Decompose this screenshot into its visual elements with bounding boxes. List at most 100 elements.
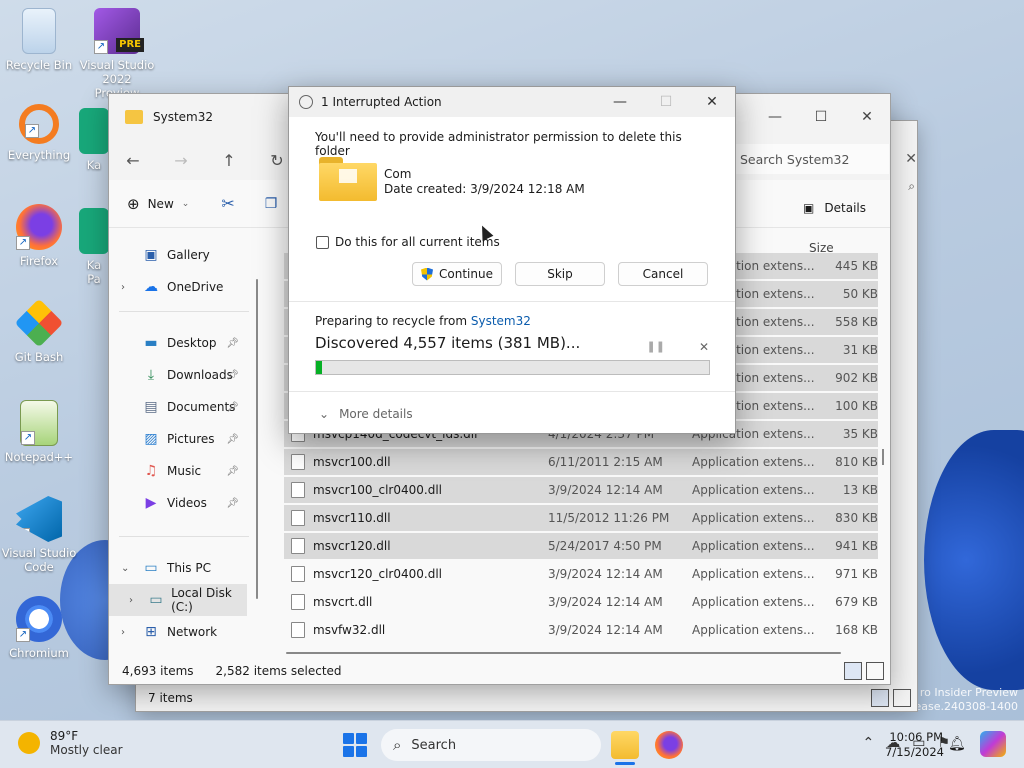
- minimize-icon[interactable]: —: [752, 102, 798, 132]
- tiles-view-icon[interactable]: [866, 662, 884, 680]
- documents-icon: ▤: [144, 399, 158, 415]
- sidebar-item-network[interactable]: › ⊞ Network: [109, 616, 247, 648]
- weather-sun-icon: [18, 732, 40, 754]
- desktop-icon-kaspersky[interactable]: Ka: [79, 108, 109, 172]
- file-row[interactable]: msvcr120.dll 5/24/2017 4:50 PM Application…: [284, 533, 878, 559]
- horizontal-scrollbar[interactable]: [286, 652, 841, 654]
- desktop-icon-vscode[interactable]: ↗ Visual Studio Code: [1, 496, 77, 574]
- expand-chevron-icon[interactable]: ›: [121, 627, 125, 638]
- window-title: System32: [153, 110, 214, 124]
- sidebar-item-local-disk-c[interactable]: › ▭ Local Disk (C:): [109, 584, 247, 616]
- copy-icon[interactable]: ❐: [265, 196, 278, 212]
- onedrive-icon: ☁: [144, 279, 158, 295]
- back-arrow-icon[interactable]: ←: [121, 151, 145, 170]
- pin-icon: 📌︎: [226, 433, 239, 445]
- file-row[interactable]: msvcrt.dll 3/9/2024 12:14 AM Application e…: [284, 589, 878, 615]
- back-window-search-icon[interactable]: ⌕: [908, 179, 915, 194]
- desktop-icon-chromium[interactable]: ↗ Chromium: [1, 596, 77, 660]
- sidebar-item-desktop[interactable]: ▬ Desktop 📌︎: [109, 327, 247, 359]
- sidebar-item-downloads[interactable]: ⤓ Downloads 📌︎: [109, 359, 247, 391]
- back-details-view-icon[interactable]: [871, 689, 889, 707]
- checkbox-box[interactable]: [316, 235, 329, 249]
- sidebar-item-gallery[interactable]: ▣ Gallery: [109, 239, 247, 271]
- file-row[interactable]: msvcr120_clr0400.dll 3/9/2024 12:14 AM App…: [284, 561, 878, 587]
- close-icon[interactable]: ✕: [844, 102, 890, 132]
- view-buttons: [844, 662, 884, 680]
- desktop-icon-everything[interactable]: ↗ Everything: [1, 104, 77, 162]
- search-input[interactable]: Search System32: [734, 144, 889, 174]
- dialog-titlebar[interactable]: 1 Interrupted Action — ☐ ✕: [289, 87, 735, 117]
- dll-file-icon: [291, 454, 305, 470]
- file-name: msvcr100.dll: [313, 455, 391, 469]
- continue-button[interactable]: Continue: [412, 262, 502, 286]
- file-row[interactable]: msvcr100_clr0400.dll 3/9/2024 12:14 AM App…: [284, 477, 878, 503]
- file-row[interactable]: msvcr100.dll 6/11/2011 2:15 AM Application…: [284, 449, 878, 475]
- dialog-title: 1 Interrupted Action: [321, 95, 442, 109]
- firefox-taskbar-icon[interactable]: [655, 731, 683, 759]
- back-tiles-view-icon[interactable]: [893, 689, 911, 707]
- cancel-button[interactable]: Cancel: [618, 262, 708, 286]
- sidebar-item-music[interactable]: ♫ Music 📌︎: [109, 455, 247, 487]
- notification-bell-icon[interactable]: 🔔︎: [948, 736, 966, 752]
- progress-section: Preparing to recycle from System32 Disco…: [289, 301, 735, 391]
- kaspersky-icon: [79, 108, 109, 154]
- dialog-minimize-icon[interactable]: —: [597, 94, 643, 110]
- sidebar-item-pictures[interactable]: ▨ Pictures 📌︎: [109, 423, 247, 455]
- details-view-icon[interactable]: [844, 662, 862, 680]
- skip-button[interactable]: Skip: [515, 262, 605, 286]
- up-arrow-icon[interactable]: ↑: [217, 151, 241, 170]
- refresh-icon[interactable]: ↻: [265, 151, 289, 170]
- file-name: msvfw32.dll: [313, 623, 386, 637]
- source-folder-link[interactable]: System32: [471, 314, 531, 328]
- sidebar-scrollbar[interactable]: [256, 279, 258, 599]
- sidebar-item-onedrive[interactable]: › ☁ OneDrive: [109, 271, 247, 303]
- expand-chevron-icon[interactable]: ›: [121, 282, 125, 293]
- start-button[interactable]: [343, 733, 367, 757]
- chevron-up-icon[interactable]: ⌃: [862, 735, 874, 751]
- apply-all-checkbox[interactable]: Do this for all current items: [316, 235, 500, 249]
- desktop-icon-firefox[interactable]: ↗ Firefox: [1, 204, 77, 268]
- folder-icon: [125, 110, 143, 124]
- sidebar-item-videos[interactable]: ▶ Videos 📌︎: [109, 487, 247, 519]
- forward-arrow-icon[interactable]: →: [169, 151, 193, 170]
- file-size: 941 KB: [835, 539, 878, 553]
- new-button[interactable]: ⊕ New ⌄: [127, 195, 189, 213]
- file-size: 971 KB: [835, 567, 878, 581]
- desktop-icon-visual-studio-preview[interactable]: ↗ PRE Visual Studio 2022 Preview: [79, 8, 155, 100]
- expand-chevron-icon[interactable]: ⌄: [121, 563, 129, 574]
- dialog-close-icon[interactable]: ✕: [689, 94, 735, 110]
- file-row[interactable]: msvfw32.dll 3/9/2024 12:14 AM Application …: [284, 617, 878, 643]
- sidebar-item-this-pc[interactable]: ⌄ ▭ This PC: [109, 552, 247, 584]
- desktop-icon-kaspersky-password[interactable]: Ka Pa: [79, 208, 109, 286]
- taskbar-clock[interactable]: 10:06 PM 7/15/2024: [885, 730, 944, 760]
- file-size: 830 KB: [835, 511, 878, 525]
- file-date: 3/9/2024 12:14 AM: [548, 623, 663, 637]
- dll-file-icon: [291, 510, 305, 526]
- maximize-icon[interactable]: ☐: [798, 102, 844, 132]
- network-icon: ⊞: [145, 624, 157, 640]
- sidebar-item-documents[interactable]: ▤ Documents 📌︎: [109, 391, 247, 423]
- expand-chevron-icon[interactable]: ›: [129, 595, 133, 606]
- pause-icon[interactable]: ❚❚: [647, 340, 665, 354]
- copilot-icon[interactable]: [980, 731, 1006, 757]
- taskbar-search[interactable]: ⌕ Search: [381, 729, 601, 761]
- back-window-close-icon[interactable]: ✕: [905, 151, 917, 167]
- weather-condition: Mostly clear: [50, 743, 123, 757]
- folder-date: Date created: 3/9/2024 12:18 AM: [384, 182, 585, 196]
- vertical-scrollbar[interactable]: [882, 449, 884, 465]
- file-row[interactable]: msvcr110.dll 11/5/2012 11:26 PM Applicatio…: [284, 505, 878, 531]
- cancel-operation-icon[interactable]: ✕: [699, 340, 709, 354]
- more-details-button[interactable]: ⌄ More details: [289, 391, 735, 435]
- weather-widget[interactable]: 89°F Mostly clear: [18, 729, 123, 757]
- file-name: msvcrt.dll: [313, 595, 373, 609]
- desktop-icon-recycle-bin[interactable]: Recycle Bin: [1, 8, 77, 72]
- local-disk-icon: ▭: [149, 592, 163, 608]
- desktop-icon-git-bash[interactable]: Git Bash: [1, 298, 77, 364]
- interrupted-action-dialog[interactable]: 1 Interrupted Action — ☐ ✕ You'll need t…: [288, 86, 736, 434]
- details-button[interactable]: ▣ Details: [803, 201, 866, 215]
- desktop-icon-notepadpp[interactable]: ↗ Notepad++: [1, 400, 77, 464]
- file-explorer-taskbar-icon[interactable]: [611, 731, 639, 765]
- cut-icon[interactable]: ✂: [221, 194, 234, 213]
- everything-icon: ↗: [19, 104, 59, 144]
- back-window-view-buttons[interactable]: [871, 689, 911, 707]
